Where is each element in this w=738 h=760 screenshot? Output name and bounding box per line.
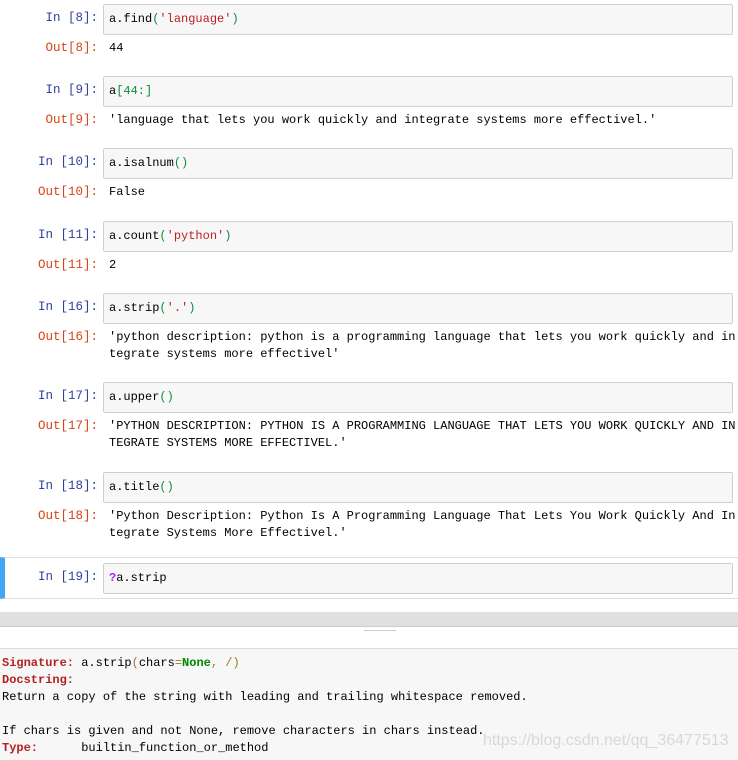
code-input[interactable]: a.find('language') [103,4,733,35]
code-token: ( [159,229,167,243]
code-input[interactable]: a.count('python') [103,221,733,252]
pager-divider[interactable] [0,612,738,627]
code-input[interactable]: a.isalnum() [103,148,733,179]
output-prompt: Out[8]: [45,41,98,55]
code-token: a.count [109,229,160,243]
input-prompt: In [11]: [37,228,98,242]
output-line: TEGRATE SYSTEMS MORE EFFECTIVEL.' [109,436,347,450]
code-token: () [159,390,174,404]
code-token: a.isalnum [109,156,174,170]
output-line: False [109,185,146,199]
input-prompt: In [17]: [37,389,98,403]
code-input[interactable]: a.title() [103,472,733,503]
code-token: a.title [109,480,160,494]
type-value: builtin_function_or_method [38,741,269,755]
code-token: () [159,480,174,494]
signature-line: Signature: a.strip(chars=None, /) [2,656,240,670]
output-prompt: Out[18]: [37,509,98,523]
watermark: https://blog.csdn.net/qq_36477513 [483,732,729,749]
output-line: 'language that lets you work quickly and… [109,113,657,127]
type-line: Type: builtin_function_or_method [2,741,268,755]
input-prompt: In [19]: [37,570,98,584]
output-line: 'Python Description: Python Is A Program… [109,509,736,523]
code-text: a.count('python') [109,229,231,243]
output-line: 'python description: python is a program… [109,330,736,344]
code-text: ?a.strip [109,571,167,585]
docstring-line-1: Return a copy of the string with leading… [2,690,528,704]
input-prompt: In [16]: [37,300,98,314]
code-cell[interactable]: In [19]: ?a.strip [0,557,738,599]
code-token: a.upper [109,390,160,404]
output-line: 2 [109,258,117,272]
code-input[interactable]: ?a.strip [103,563,733,594]
code-token: ) [224,229,232,243]
sig-arg: chars [138,656,175,670]
signature-label: Signature: [2,656,75,670]
code-token: '.' [166,301,189,315]
code-text: a.isalnum() [109,156,188,170]
output-prompt: Out[16]: [37,330,98,344]
code-token: a.find [109,12,153,26]
code-text: a[44:] [109,84,152,98]
output-line: tegrate Systems More Effectivel.' [109,526,347,540]
output-prompt: Out[11]: [37,258,98,272]
code-token: a.strip [116,571,167,585]
type-label: Type: [2,741,39,755]
input-prompt: In [18]: [37,479,98,493]
docstring-line-2: If chars is given and not None, remove c… [2,724,485,738]
output-line: 'PYTHON DESCRIPTION: PYTHON IS A PROGRAM… [109,419,736,433]
input-prompt: In [9]: [45,83,98,97]
code-input[interactable]: a[44:] [103,76,733,107]
output-prompt: Out[17]: [37,419,98,433]
code-token: () [173,156,189,170]
code-text: a.upper() [109,390,174,404]
sig-eq: = [174,656,183,670]
code-text: a.find('language') [109,12,239,26]
code-text: a.title() [109,480,174,494]
code-token: ) [231,12,239,26]
sig-none: None [182,656,211,670]
pager-resize-handle[interactable] [364,630,396,631]
sig-close: , /) [210,656,240,670]
input-prompt: In [8]: [45,11,98,25]
code-token: a.strip [109,301,160,315]
code-token: 'python' [166,229,225,243]
input-prompt: In [10]: [37,155,98,169]
code-token: 'language' [159,12,232,26]
sig-paren: ( [131,656,139,670]
output-line: 44 [109,41,124,55]
output-prompt: Out[10]: [37,185,98,199]
code-token: [44:] [116,84,153,98]
code-text: a.strip('.') [109,301,195,315]
output-prompt: Out[9]: [45,113,98,127]
code-input[interactable]: a.strip('.') [103,293,733,324]
docstring-label: Docstring: [2,673,75,687]
output-line: tegrate systems more effectivel' [109,347,340,361]
code-token: ( [159,301,167,315]
code-input[interactable]: a.upper() [103,382,733,413]
code-token: ) [188,301,196,315]
signature-func: a.strip [74,656,132,670]
